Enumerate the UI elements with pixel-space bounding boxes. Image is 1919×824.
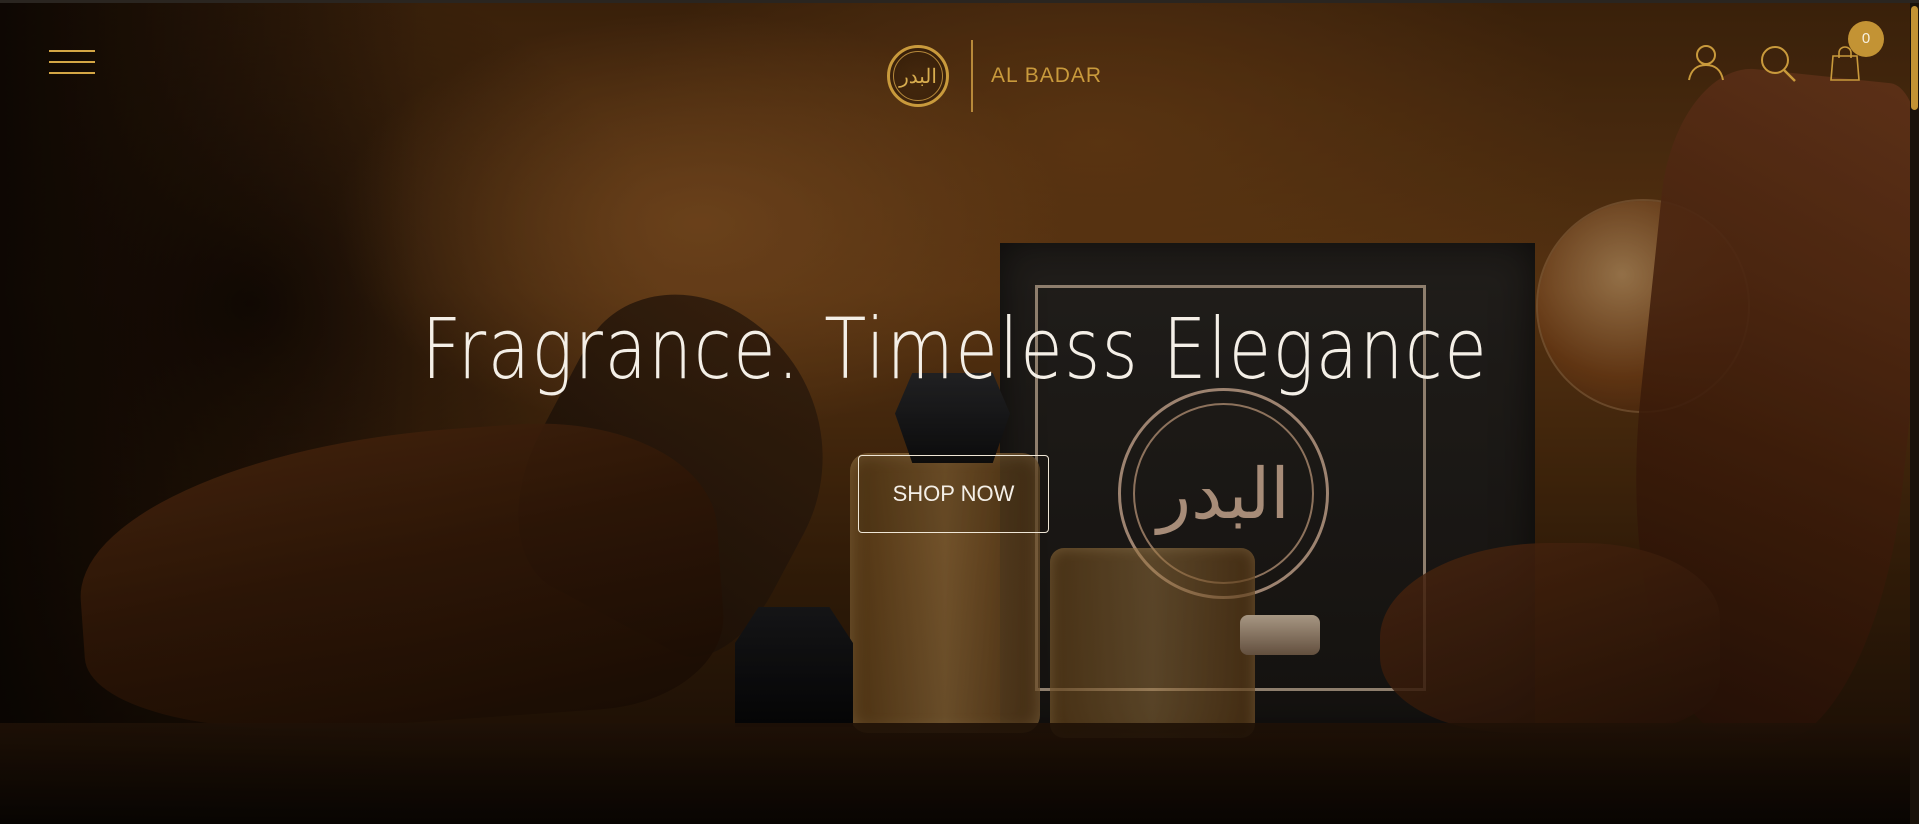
brand-logo[interactable]: البدر AL BADAR (887, 40, 1102, 112)
hamburger-menu-icon (49, 61, 95, 63)
logo-emblem-icon: البدر (887, 45, 949, 107)
menu-button[interactable] (49, 50, 95, 76)
account-button[interactable] (1686, 42, 1726, 82)
cart-count-badge[interactable]: 0 (1848, 21, 1884, 57)
logo-emblem-ring: البدر (893, 51, 943, 101)
shop-now-button[interactable]: SHOP NOW (858, 455, 1049, 533)
user-icon (1688, 45, 1724, 81)
hero-banner: البدر (0, 3, 1910, 824)
logo-glyph: البدر (899, 64, 937, 88)
logo-divider (971, 40, 973, 112)
search-icon (1761, 46, 1796, 82)
scrollbar-thumb[interactable] (1911, 6, 1918, 110)
hamburger-menu-icon (49, 50, 95, 52)
hero-title: Fragrance. Timeless Elegance (421, 300, 1489, 398)
page: البدر البدر AL BADAR 0 Fragrance. Timele… (0, 0, 1919, 824)
search-button[interactable] (1758, 44, 1798, 84)
brand-name: AL BADAR (991, 64, 1103, 87)
hero-overlay (0, 3, 1910, 824)
scrollbar-track[interactable] (1910, 3, 1919, 824)
hamburger-menu-icon (49, 72, 95, 74)
